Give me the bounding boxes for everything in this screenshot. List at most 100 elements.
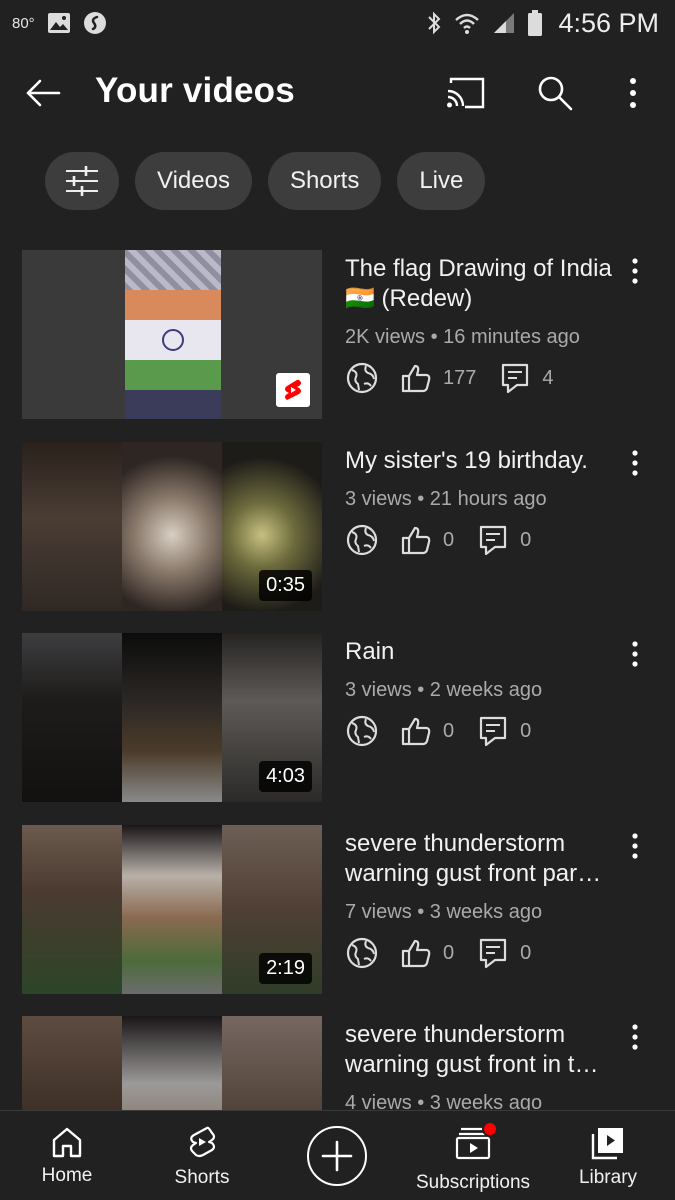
- video-thumbnail[interactable]: [22, 250, 322, 419]
- globe-icon: [345, 361, 379, 395]
- cast-icon: [447, 77, 485, 109]
- nav-label: Subscriptions: [415, 1172, 531, 1193]
- thumbnail-frame: [22, 825, 122, 994]
- duration-badge: 4:03: [259, 761, 312, 792]
- comment-icon: [476, 523, 510, 557]
- create-button[interactable]: [307, 1126, 367, 1186]
- video-title[interactable]: Rain: [345, 637, 625, 667]
- video-meta: 3 views • 21 hours ago: [345, 488, 547, 510]
- nav-label: Home: [41, 1165, 93, 1186]
- comment-count: 4: [542, 366, 554, 389]
- thumbnail-frame: [22, 442, 122, 611]
- sliders-icon: [66, 166, 98, 196]
- search-button[interactable]: [530, 68, 580, 118]
- like-count: 0: [443, 719, 455, 742]
- status-right: 4:56 PM: [426, 8, 659, 39]
- video-meta: 7 views • 3 weeks ago: [345, 901, 543, 923]
- nav-label: Library: [578, 1167, 638, 1188]
- more-vertical-icon: [632, 450, 638, 476]
- shazam-icon: [83, 11, 107, 35]
- wifi-icon: [454, 11, 480, 35]
- more-vertical-icon: [632, 641, 638, 667]
- signal-icon: [492, 11, 516, 35]
- thumbnail-frame: [122, 633, 222, 802]
- video-stats: 0 0: [345, 936, 625, 970]
- video-info: severe thunderstorm warning gust front i…: [345, 1020, 625, 1115]
- video-row[interactable]: 2:19 severe thunderstorm warning gust fr…: [0, 825, 675, 997]
- video-row[interactable]: 0:35 My sister's 19 birthday. 3 views • …: [0, 442, 675, 614]
- search-icon: [538, 76, 573, 111]
- video-info: Rain 3 views • 2 weeks ago 0 0: [345, 637, 625, 748]
- comment-count: 0: [520, 719, 532, 742]
- bluetooth-icon: [426, 10, 442, 36]
- page-title: Your videos: [95, 71, 295, 110]
- overflow-menu-button[interactable]: [608, 68, 658, 118]
- back-arrow-icon: [26, 79, 61, 107]
- video-title[interactable]: severe thunderstorm warning gust front p…: [345, 829, 625, 889]
- nav-home[interactable]: Home: [22, 1111, 112, 1200]
- video-info: My sister's 19 birthday. 3 views • 21 ho…: [345, 446, 625, 557]
- more-vertical-icon: [632, 258, 638, 284]
- app-header: Your videos: [0, 48, 675, 136]
- like-count: 177: [443, 366, 477, 389]
- globe-icon: [345, 936, 379, 970]
- plus-icon: [321, 1140, 353, 1172]
- video-thumbnail[interactable]: 4:03: [22, 633, 322, 802]
- more-vertical-icon: [632, 833, 638, 859]
- duration-badge: 0:35: [259, 570, 312, 601]
- video-info: severe thunderstorm warning gust front p…: [345, 829, 625, 970]
- comment-icon: [476, 714, 510, 748]
- subscriptions-icon: [454, 1121, 498, 1166]
- gallery-icon: [47, 12, 71, 34]
- filter-settings-chip[interactable]: [45, 152, 119, 210]
- notification-dot: [482, 1121, 498, 1137]
- nav-library[interactable]: Library: [560, 1111, 656, 1200]
- video-title[interactable]: My sister's 19 birthday.: [345, 446, 625, 476]
- comment-count: 0: [520, 528, 532, 551]
- shorts-icon: [189, 1126, 216, 1158]
- video-stats: 0 0: [345, 523, 625, 557]
- thumbnail-frame: [22, 633, 122, 802]
- video-title[interactable]: severe thunderstorm warning gust front i…: [345, 1020, 625, 1080]
- comment-icon: [498, 361, 532, 395]
- comment-icon: [476, 936, 510, 970]
- video-row[interactable]: 4:03 Rain 3 views • 2 weeks ago 0 0: [0, 633, 675, 805]
- chip-live[interactable]: Live: [397, 152, 486, 210]
- chip-videos[interactable]: Videos: [135, 152, 252, 210]
- like-icon: [399, 936, 433, 970]
- battery-icon: [528, 10, 543, 36]
- more-vertical-icon: [630, 78, 636, 108]
- video-more-button[interactable]: [623, 254, 647, 288]
- video-title[interactable]: The flag Drawing of India 🇮🇳 (Redew): [345, 254, 625, 314]
- video-thumbnail[interactable]: 2:19: [22, 825, 322, 994]
- duration-badge: 2:19: [259, 953, 312, 984]
- temperature-text: 80°: [12, 14, 35, 32]
- thumbnail-frame: [122, 825, 222, 994]
- back-button[interactable]: [20, 70, 66, 116]
- video-more-button[interactable]: [623, 446, 647, 480]
- filter-chips: Videos Shorts Live: [45, 152, 486, 210]
- shorts-badge-icon: [276, 373, 310, 407]
- comment-count: 0: [520, 941, 532, 964]
- globe-icon: [345, 523, 379, 557]
- thumbnail-frame: [122, 442, 222, 611]
- more-vertical-icon: [632, 1024, 638, 1050]
- cast-button[interactable]: [440, 68, 490, 118]
- video-thumbnail[interactable]: 0:35: [22, 442, 322, 611]
- library-icon: [591, 1128, 623, 1160]
- video-meta: 2K views • 16 minutes ago: [345, 326, 580, 348]
- nav-shorts[interactable]: Shorts: [157, 1111, 247, 1200]
- like-count: 0: [443, 941, 455, 964]
- like-count: 0: [443, 528, 455, 551]
- video-row[interactable]: The flag Drawing of India 🇮🇳 (Redew) 2K …: [0, 250, 675, 422]
- chip-shorts[interactable]: Shorts: [267, 152, 382, 210]
- video-meta: 3 views • 2 weeks ago: [345, 679, 543, 701]
- bottom-navigation: Home Shorts Subscriptions Library: [0, 1110, 675, 1200]
- like-icon: [399, 361, 433, 395]
- like-icon: [399, 714, 433, 748]
- video-more-button[interactable]: [623, 829, 647, 863]
- video-more-button[interactable]: [623, 1020, 647, 1054]
- status-left: 80°: [12, 11, 107, 35]
- nav-subscriptions[interactable]: Subscriptions: [410, 1111, 536, 1200]
- video-more-button[interactable]: [623, 637, 647, 671]
